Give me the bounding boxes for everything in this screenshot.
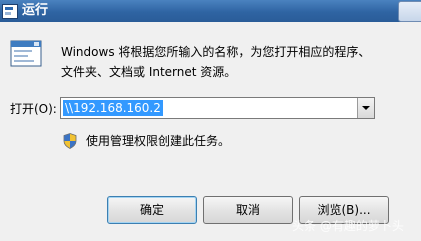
prompt-line-1: Windows 将根据您所输入的名称，为您打开相应的程序、: [61, 45, 371, 59]
ok-button[interactable]: 确定: [107, 196, 197, 224]
open-combobox[interactable]: \\192.168.160.2: [60, 97, 375, 119]
uac-shield-icon: [63, 133, 77, 149]
run-program-icon: [10, 40, 42, 67]
cancel-button[interactable]: 取消: [203, 196, 293, 224]
prompt-line-2: 文件夹、文档或 Internet 资源。: [61, 65, 237, 79]
prompt-text: Windows 将根据您所输入的名称，为您打开相应的程序、 文件夹、文档或 In…: [61, 42, 401, 82]
admin-privilege-note: 使用管理权限创建此任务。: [86, 134, 231, 148]
dropdown-arrow-icon[interactable]: [357, 98, 374, 118]
title-bar[interactable]: 运行: [0, 0, 421, 22]
close-button[interactable]: [398, 1, 421, 22]
watermark: 头条 @有趣的萝卜头: [292, 219, 404, 233]
run-dialog-icon: [2, 4, 18, 19]
open-label: 打开(O):: [10, 102, 57, 116]
window-title: 运行: [22, 3, 49, 18]
open-input[interactable]: \\192.168.160.2: [63, 100, 163, 116]
